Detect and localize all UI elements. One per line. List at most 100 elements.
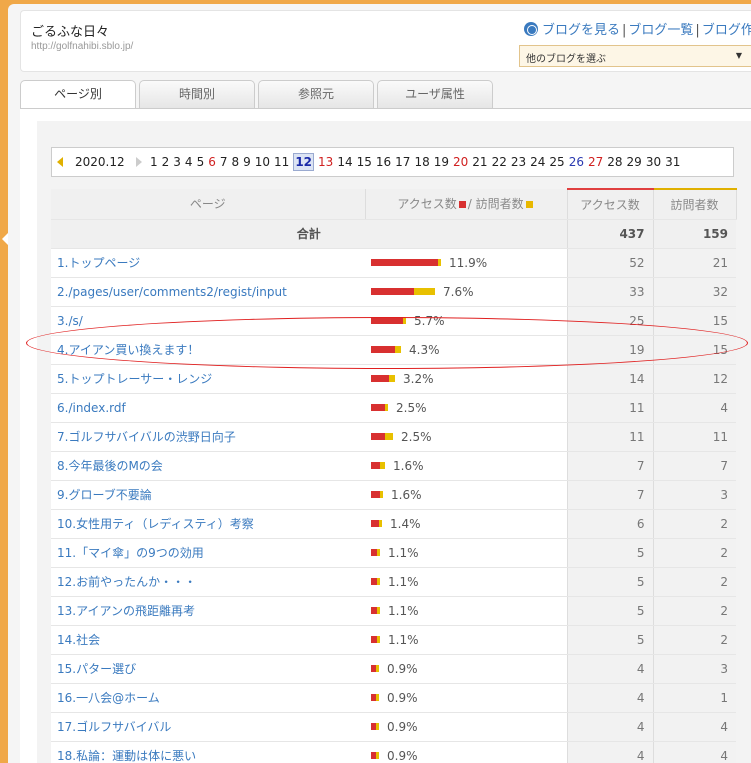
visitor-count: 4 bbox=[652, 393, 736, 423]
blog-list-link[interactable]: ブログ一覧 bbox=[628, 23, 693, 38]
access-count: 4 bbox=[566, 654, 653, 684]
stats-panel: 2020.12 1 2 3 4 5 6 7 8 9 10 11 12 13 14 15 16 17 18 19 20 2… bbox=[20, 109, 751, 763]
access-bar bbox=[371, 606, 377, 614]
total-label: 合計 bbox=[51, 219, 567, 249]
page-link[interactable]: 8.今年最後のMの会 bbox=[51, 451, 365, 481]
ratio-bar bbox=[371, 316, 406, 324]
header-access[interactable]: アクセス数 bbox=[567, 188, 654, 220]
day-7[interactable]: 7 bbox=[220, 155, 228, 169]
visitor-count: 11 bbox=[652, 422, 736, 452]
page-link[interactable]: 6./index.rdf bbox=[51, 393, 365, 423]
table-row: 12.お前やったんか・・・ 1.1% 5 2 bbox=[51, 567, 736, 597]
access-count: 25 bbox=[566, 306, 653, 336]
day-12[interactable]: 12 bbox=[293, 153, 315, 171]
tab-by-referrer[interactable]: 参照元 bbox=[258, 80, 374, 108]
day-2[interactable]: 2 bbox=[162, 155, 170, 169]
page-link[interactable]: 9.グローブ不要論 bbox=[51, 480, 365, 510]
page-link[interactable]: 1.トップページ bbox=[51, 248, 365, 278]
ratio-bar bbox=[371, 751, 379, 759]
day-21[interactable]: 21 bbox=[472, 155, 487, 169]
view-blog-icon bbox=[524, 22, 538, 36]
pct-label: 3.2% bbox=[403, 371, 434, 386]
pct-label: 4.3% bbox=[409, 342, 440, 357]
day-27[interactable]: 27 bbox=[588, 155, 603, 169]
access-count: 19 bbox=[566, 335, 653, 365]
page-link[interactable]: 15.パター選び bbox=[51, 654, 365, 684]
access-count: 7 bbox=[566, 480, 653, 510]
day-31[interactable]: 31 bbox=[665, 155, 680, 169]
visitor-count: 4 bbox=[652, 741, 736, 763]
day-11[interactable]: 11 bbox=[274, 155, 289, 169]
ratio-cell: 1.6% bbox=[365, 480, 567, 510]
day-8[interactable]: 8 bbox=[231, 155, 239, 169]
day-14[interactable]: 14 bbox=[337, 155, 352, 169]
day-26[interactable]: 26 bbox=[569, 155, 584, 169]
left-edge-strip bbox=[0, 0, 8, 763]
page-link[interactable]: 7.ゴルフサバイバルの渋野日向子 bbox=[51, 422, 365, 452]
page-link[interactable]: 11.「マイ傘」の9つの効用 bbox=[51, 538, 365, 568]
day-22[interactable]: 22 bbox=[492, 155, 507, 169]
day-29[interactable]: 29 bbox=[627, 155, 642, 169]
visitor-count: 15 bbox=[652, 306, 736, 336]
table-row: 5.トップトレーサー・レンジ 3.2% 14 12 bbox=[51, 364, 736, 394]
page-link[interactable]: 17.ゴルフサバイバル bbox=[51, 712, 365, 742]
day-13[interactable]: 13 bbox=[318, 155, 333, 169]
page-link[interactable]: 14.社会 bbox=[51, 625, 365, 655]
page-link[interactable]: 16.一八会@ホーム bbox=[51, 683, 365, 713]
ratio-bar bbox=[371, 374, 395, 382]
day-10[interactable]: 10 bbox=[255, 155, 270, 169]
day-30[interactable]: 30 bbox=[646, 155, 661, 169]
page-link[interactable]: 3./s/ bbox=[51, 306, 365, 336]
access-count: 5 bbox=[566, 538, 653, 568]
blog-select-label: 他のブログを選ぶ bbox=[526, 54, 606, 65]
day-9[interactable]: 9 bbox=[243, 155, 251, 169]
prev-month-icon[interactable] bbox=[57, 157, 63, 167]
day-3[interactable]: 3 bbox=[173, 155, 181, 169]
day-1[interactable]: 1 bbox=[150, 155, 158, 169]
access-count: 5 bbox=[566, 596, 653, 626]
day-23[interactable]: 23 bbox=[511, 155, 526, 169]
visitor-count: 2 bbox=[652, 567, 736, 597]
ratio-bar bbox=[371, 548, 380, 556]
access-bar bbox=[371, 461, 380, 469]
page-link[interactable]: 4.アイアン買い換えます！ bbox=[51, 335, 365, 365]
ratio-bar bbox=[371, 519, 382, 527]
page-link[interactable]: 5.トップトレーサー・レンジ bbox=[51, 364, 365, 394]
day-20[interactable]: 20 bbox=[453, 155, 468, 169]
tab-by-time[interactable]: 時間別 bbox=[139, 80, 255, 108]
table-row: 1.トップページ 11.9% 52 21 bbox=[51, 248, 736, 278]
next-month-icon[interactable] bbox=[136, 157, 142, 167]
day-5[interactable]: 5 bbox=[197, 155, 205, 169]
ratio-bar bbox=[371, 722, 379, 730]
ratio-bar bbox=[371, 345, 401, 353]
blog-select-dropdown[interactable]: 他のブログを選ぶ ▼ bbox=[519, 45, 751, 67]
table-row: 6./index.rdf 2.5% 11 4 bbox=[51, 393, 736, 423]
day-6[interactable]: 6 bbox=[208, 155, 216, 169]
ratio-cell: 0.9% bbox=[365, 712, 567, 742]
ratio-cell: 1.6% bbox=[365, 451, 567, 481]
day-17[interactable]: 17 bbox=[395, 155, 410, 169]
tab-by-page[interactable]: ページ別 bbox=[20, 80, 136, 110]
pct-label: 0.9% bbox=[387, 748, 418, 763]
access-bar bbox=[371, 751, 376, 759]
page-link[interactable]: 2./pages/user/comments2/regist/input bbox=[51, 277, 365, 307]
day-15[interactable]: 15 bbox=[357, 155, 372, 169]
page-link[interactable]: 10.女性用ティ（レディスティ）考察 bbox=[51, 509, 365, 539]
day-24[interactable]: 24 bbox=[530, 155, 545, 169]
page-link[interactable]: 12.お前やったんか・・・ bbox=[51, 567, 365, 597]
day-19[interactable]: 19 bbox=[434, 155, 449, 169]
create-blog-link[interactable]: ブログ作成 bbox=[702, 23, 751, 38]
day-28[interactable]: 28 bbox=[607, 155, 622, 169]
header-page[interactable]: ページ bbox=[51, 189, 366, 220]
header-links: ブログを見る|ブログ一覧|ブログ作成 bbox=[524, 19, 751, 38]
page-link[interactable]: 13.アイアンの飛距離再考 bbox=[51, 596, 365, 626]
day-25[interactable]: 25 bbox=[549, 155, 564, 169]
day-16[interactable]: 16 bbox=[376, 155, 391, 169]
ratio-cell: 2.5% bbox=[365, 422, 567, 452]
day-18[interactable]: 18 bbox=[414, 155, 429, 169]
page-link[interactable]: 18.私論：運動は体に悪い bbox=[51, 741, 365, 763]
view-blog-link[interactable]: ブログを見る bbox=[542, 23, 620, 38]
tab-user-attributes[interactable]: ユーザ属性 bbox=[377, 80, 493, 108]
header-visitors[interactable]: 訪問者数 bbox=[653, 188, 737, 220]
day-4[interactable]: 4 bbox=[185, 155, 193, 169]
